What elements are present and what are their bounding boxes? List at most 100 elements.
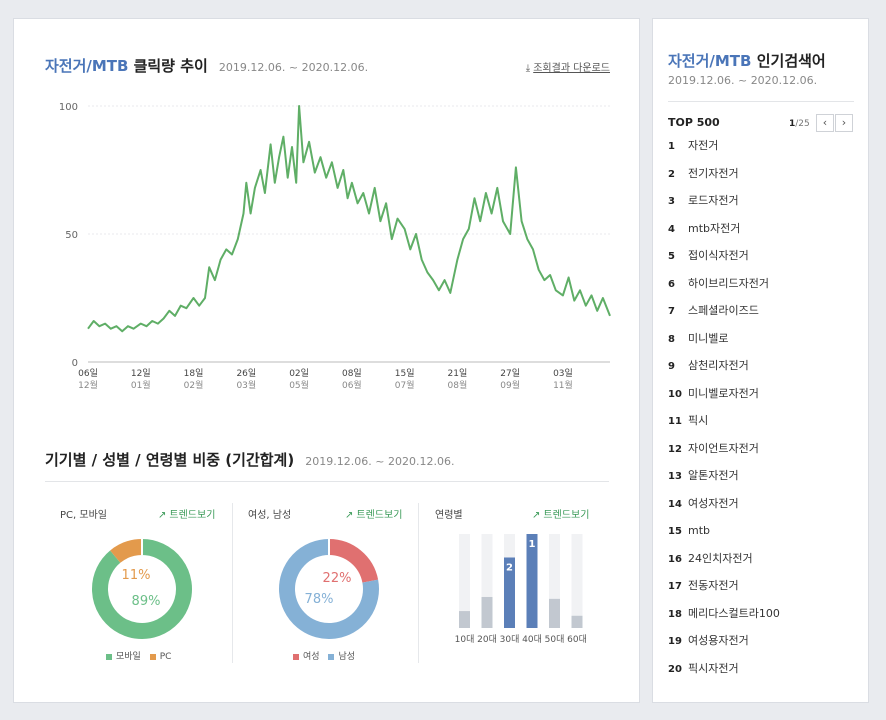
- list-item[interactable]: 12 자이언트자전거: [668, 440, 780, 468]
- list-item[interactable]: 11 픽시: [668, 412, 780, 440]
- rank-keyword[interactable]: 전기자전거: [688, 167, 739, 180]
- list-item[interactable]: 15 mtb: [668, 522, 780, 550]
- rank-number: 17: [668, 581, 682, 592]
- age-bar-chart: 10대 20대 2 30대 1 40대 50대 60대: [455, 534, 587, 645]
- rank-keyword[interactable]: 하이브리드자전거: [688, 277, 769, 290]
- rank-keyword[interactable]: 여성용자전거: [688, 634, 749, 647]
- age-category-label: 30대: [500, 634, 520, 645]
- chevron-left-icon: ‹: [822, 116, 828, 129]
- list-item[interactable]: 8 미니벨로: [668, 330, 780, 358]
- rank-keyword[interactable]: mtb자전거: [688, 222, 740, 235]
- rank-number: 7: [668, 306, 675, 317]
- age-bar-bg: [571, 534, 583, 628]
- legend-swatch-female: [293, 653, 299, 660]
- prev-page-button[interactable]: ‹: [816, 114, 834, 132]
- rank-number: 10: [668, 388, 682, 400]
- donut-slice-PC: [110, 539, 143, 564]
- list-item[interactable]: 20 픽시자전거: [668, 660, 780, 688]
- section2-header: 기기별 / 성별 / 연령별 비중 (기간합계) 2019.12.06. ~ 2…: [45, 449, 454, 470]
- keyword-rank-list: 1 자전거 2 전기자전거 3 로드자전거 4 mtb자전거 5 접이식자전거 6 하이브리드자전거 7…: [668, 137, 780, 687]
- x-tick-day: 27일: [500, 368, 520, 379]
- legend-mobile: 모바일: [116, 652, 141, 662]
- list-item[interactable]: 7 스페셜라이즈드: [668, 302, 780, 330]
- age-trend-link[interactable]: ↗ 트렌드보기: [532, 506, 589, 521]
- rank-number: 4: [668, 223, 675, 235]
- rank-keyword[interactable]: 삼천리자전거: [688, 359, 749, 372]
- gender-title: 여성, 남성: [248, 510, 292, 521]
- rank-keyword[interactable]: 픽시: [688, 414, 708, 427]
- list-item[interactable]: 9 삼천리자전거: [668, 357, 780, 385]
- trend-icon: ↗: [532, 510, 541, 521]
- list-item[interactable]: 6 하이브리드자전거: [668, 275, 780, 303]
- list-item[interactable]: 17 전동자전거: [668, 577, 780, 605]
- sidebar-divider: [668, 101, 854, 102]
- legend-swatch-male: [328, 653, 335, 660]
- device-title: PC, 모바일: [60, 510, 107, 521]
- age-bar-10대: [459, 611, 470, 628]
- x-tick-day: 08일: [342, 368, 362, 379]
- sidebar-date: 2019.12.06. ~ 2020.12.06.: [668, 74, 818, 87]
- rank-keyword[interactable]: 미니벨로: [688, 332, 728, 345]
- age-title: 연령별: [435, 510, 463, 521]
- x-tick-day: 12일: [131, 368, 151, 379]
- list-item[interactable]: 2 전기자전거: [668, 165, 780, 193]
- sidebar-keyword: 자전거/MTB: [668, 52, 752, 70]
- legend-male: 남성: [338, 652, 355, 662]
- sidebar-title: 자전거/MTB 인기검색어: [668, 50, 826, 71]
- rank-keyword[interactable]: 자전거: [688, 139, 718, 152]
- sidebar-heading: 인기검색어: [756, 52, 826, 70]
- rank-keyword[interactable]: 전동자전거: [688, 579, 739, 592]
- x-tick-month: 09월: [500, 379, 520, 391]
- rank-keyword[interactable]: 자이언트자전거: [688, 442, 759, 455]
- device-legend: 모바일 PC: [100, 649, 171, 662]
- gender-trend-link[interactable]: ↗ 트렌드보기: [345, 506, 402, 521]
- rank-keyword[interactable]: 24인치자전거: [688, 552, 753, 565]
- y-tick-label: 100: [59, 102, 78, 113]
- device-donut: 89% 11%: [92, 539, 192, 639]
- trend-label: 트렌드보기: [169, 510, 216, 521]
- list-item[interactable]: 4 mtb자전거: [668, 220, 780, 248]
- list-item[interactable]: 18 메리다스컬트라100: [668, 605, 780, 633]
- rank-number: 2: [668, 168, 675, 180]
- rank-keyword[interactable]: 픽시자전거: [688, 662, 739, 675]
- list-item[interactable]: 3 로드자전거: [668, 192, 780, 220]
- rank-number: 15: [668, 526, 682, 537]
- age-bar-50대: [549, 598, 560, 628]
- slice-value-label: 11%: [122, 568, 151, 583]
- rank-keyword[interactable]: 메리다스컬트라100: [688, 607, 780, 620]
- slice-value-label: 22%: [323, 571, 352, 586]
- list-item[interactable]: 1 자전거: [668, 137, 780, 165]
- rank-keyword[interactable]: 알톤자전거: [688, 469, 739, 482]
- list-item[interactable]: 14 여성자전거: [668, 495, 780, 523]
- age-category-label: 60대: [567, 634, 587, 645]
- list-item[interactable]: 19 여성용자전거: [668, 632, 780, 660]
- age-category-label: 20대: [477, 634, 497, 645]
- rank-keyword[interactable]: 로드자전거: [688, 194, 739, 207]
- rank-number: 20: [668, 663, 682, 675]
- rank-number: 11: [668, 416, 682, 427]
- x-tick-month: 02월: [184, 379, 204, 391]
- legend-female: 여성: [303, 652, 320, 662]
- age-category-label: 50대: [545, 634, 565, 645]
- rank-keyword[interactable]: 스페셜라이즈드: [688, 304, 759, 317]
- rank-keyword[interactable]: 여성자전거: [688, 497, 739, 510]
- x-tick-month: 07월: [395, 379, 415, 391]
- page-total: /25: [795, 119, 810, 129]
- x-tick-day: 21일: [448, 368, 468, 379]
- rank-keyword[interactable]: mtb: [688, 524, 710, 537]
- rank-keyword[interactable]: 접이식자전거: [688, 249, 749, 262]
- list-item[interactable]: 16 24인치자전거: [668, 550, 780, 578]
- list-item[interactable]: 5 접이식자전거: [668, 247, 780, 275]
- legend-swatch-pc: [149, 653, 156, 660]
- age-category-label: 40대: [522, 634, 542, 645]
- rank-number: 18: [668, 608, 682, 620]
- slice-value-label: 78%: [305, 592, 334, 607]
- x-tick-month: 11월: [553, 379, 573, 391]
- device-trend-link[interactable]: ↗ 트렌드보기: [158, 506, 215, 521]
- x-tick-month: 05월: [289, 379, 309, 391]
- rank-keyword[interactable]: 미니벨로자전거: [688, 387, 759, 400]
- list-item[interactable]: 13 알톤자전거: [668, 467, 780, 495]
- age-bar-60대: [571, 615, 583, 628]
- list-item[interactable]: 10 미니벨로자전거: [668, 385, 780, 413]
- next-page-button[interactable]: ›: [835, 114, 853, 132]
